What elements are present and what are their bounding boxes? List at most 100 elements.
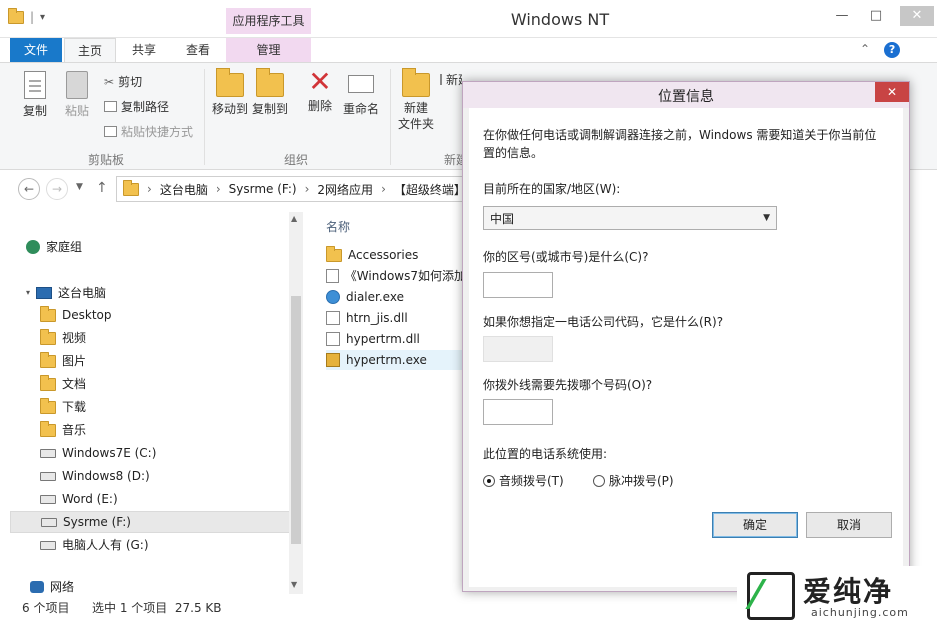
file-name: hypertrm.dll: [346, 332, 420, 346]
close-button[interactable]: ✕: [900, 6, 934, 26]
folder-icon: [8, 7, 24, 24]
delete-button[interactable]: ✕ 删除: [303, 67, 337, 114]
help-icon[interactable]: ?: [884, 42, 901, 58]
dialog-close-button[interactable]: ✕: [875, 82, 909, 102]
tree-item-network[interactable]: 网络: [10, 579, 292, 595]
copy-icon: [24, 71, 46, 99]
new-folder-button[interactable]: 新建 文件夹: [396, 67, 436, 132]
up-button[interactable]: ↑: [96, 180, 108, 196]
tree-item-drive-c[interactable]: Windows7E (C:): [10, 442, 292, 464]
tree-item-drive-d[interactable]: Windows8 (D:): [10, 465, 292, 487]
chevron-right-icon: ›: [147, 182, 152, 196]
watermark: 爱纯净 aichunjing.com: [737, 566, 937, 625]
rename-button[interactable]: 重命名: [340, 67, 382, 117]
radio-unselected-icon: [593, 475, 605, 487]
scissors-icon: ✂: [104, 74, 115, 89]
exe-icon: [326, 290, 340, 304]
tree-item-drive-g[interactable]: 电脑人人有 (G:): [10, 534, 292, 556]
tab-file[interactable]: 文件: [10, 38, 62, 62]
up-arrow-icon: ↑: [96, 180, 108, 196]
tree-item-homegroup[interactable]: 家庭组: [10, 236, 292, 258]
breadcrumb-segment[interactable]: 2网络应用: [317, 181, 373, 198]
list-item[interactable]: htrn_jis.dll: [326, 308, 466, 328]
tree-item-pictures[interactable]: 图片: [10, 350, 292, 372]
navigation-pane-scrollbar[interactable]: ▲ ▼: [289, 212, 303, 594]
list-item[interactable]: hypertrm.exe: [326, 350, 466, 370]
tree-item-videos[interactable]: 视频: [10, 327, 292, 349]
copy-path-button[interactable]: 复制路径: [104, 98, 169, 115]
tone-dialing-radio[interactable]: 音频拨号(T): [483, 472, 564, 490]
tree-item-label: 图片: [62, 354, 87, 368]
watermark-logo-icon: [747, 572, 795, 620]
tab-manage[interactable]: 管理: [226, 38, 311, 62]
scroll-down-icon[interactable]: ▼: [291, 580, 297, 589]
folder-icon: [123, 179, 139, 196]
forward-button[interactable]: →: [46, 178, 68, 200]
breadcrumb-segment[interactable]: 这台电脑: [160, 181, 208, 198]
scrollbar-thumb[interactable]: [291, 296, 301, 544]
tree-item-label: 家庭组: [46, 240, 83, 254]
folder-icon: [40, 305, 56, 322]
tab-share[interactable]: 共享: [118, 38, 170, 62]
tree-item-music[interactable]: 音乐: [10, 419, 292, 441]
file-name: htrn_jis.dll: [346, 311, 408, 325]
move-to-button[interactable]: 移动到: [210, 67, 250, 117]
network-icon: [30, 581, 44, 593]
paste-shortcut-button[interactable]: 粘贴快捷方式: [104, 123, 193, 140]
paste-button[interactable]: 粘贴: [62, 71, 92, 119]
tree-item-drive-f[interactable]: Sysrme (F:): [10, 511, 292, 533]
back-button[interactable]: ←: [18, 178, 40, 200]
breadcrumb-segment[interactable]: Sysrme (F:): [229, 182, 297, 196]
pulse-dialing-radio[interactable]: 脉冲拨号(P): [593, 472, 674, 490]
breadcrumb-segment[interactable]: 【超级终端】: [394, 181, 466, 198]
dialog-title-bar: 位置信息 ✕: [463, 82, 909, 108]
tab-view[interactable]: 查看: [172, 38, 224, 62]
tab-home[interactable]: 主页: [64, 38, 116, 62]
location-info-dialog: 位置信息 ✕ 在你做任何电话或调制解调器连接之前，Windows 需要知道关于你…: [462, 81, 910, 592]
new-item-button[interactable]: 新建项目: [440, 71, 462, 88]
address-bar[interactable]: › 这台电脑 › Sysrme (F:) › 2网络应用 › 【超级终端】: [116, 176, 471, 202]
tree-item-this-pc[interactable]: ▾ 这台电脑: [10, 282, 292, 304]
area-code-label: 你的区号(或城市号)是什么(C)?: [483, 250, 649, 264]
collapse-ribbon-icon[interactable]: ⌃: [860, 42, 870, 58]
list-item[interactable]: hypertrm.dll: [326, 329, 466, 349]
list-item[interactable]: 《Windows7如何添加: [326, 266, 466, 286]
copy-to-label: 复制到: [251, 102, 288, 116]
paste-shortcut-label: 粘贴快捷方式: [121, 125, 194, 139]
ribbon-tabs: 文件 主页 共享 查看 管理: [0, 38, 937, 62]
cut-button[interactable]: ✂ 剪切: [104, 73, 142, 90]
column-header-name[interactable]: 名称: [326, 218, 350, 235]
country-select[interactable]: 中国 ▼: [483, 206, 777, 230]
outside-line-input[interactable]: [483, 399, 553, 425]
area-code-input[interactable]: [483, 272, 553, 298]
scroll-up-icon[interactable]: ▲: [291, 214, 297, 223]
copy-button[interactable]: 复制: [20, 71, 50, 119]
ribbon-controls: ⌃ ?: [860, 42, 901, 58]
item-count: 6 个项目: [22, 601, 70, 615]
exe-icon: [326, 353, 340, 367]
copy-to-button[interactable]: 复制到: [250, 67, 290, 117]
pulse-label: 脉冲拨号(P): [609, 474, 674, 488]
country-label: 目前所在的国家/地区(W):: [483, 182, 621, 196]
ok-button[interactable]: 确定: [712, 512, 798, 538]
radio-selected-icon: [483, 475, 495, 487]
rename-icon: [348, 75, 374, 93]
tree-item-drive-e[interactable]: Word (E:): [10, 488, 292, 510]
list-item[interactable]: dialer.exe: [326, 287, 466, 307]
minimize-button[interactable]: —: [828, 6, 856, 26]
expand-arrow-icon[interactable]: ▾: [26, 282, 30, 304]
context-tab-app-tools[interactable]: 应用程序工具: [226, 8, 311, 34]
chevron-right-icon: ›: [304, 182, 310, 196]
watermark-url: aichunjing.com: [811, 606, 909, 619]
folder-icon: [40, 374, 56, 391]
cancel-button[interactable]: 取消: [806, 512, 892, 538]
customize-dropdown-icon[interactable]: ▾: [40, 12, 45, 23]
document-icon: [326, 269, 339, 283]
recent-locations-dropdown[interactable]: ▼: [76, 182, 83, 192]
list-item[interactable]: Accessories: [326, 245, 466, 265]
maximize-button[interactable]: □: [862, 6, 890, 26]
tree-item-downloads[interactable]: 下载: [10, 396, 292, 418]
shortcut-icon: [104, 126, 117, 137]
tree-item-documents[interactable]: 文档: [10, 373, 292, 395]
tree-item-desktop[interactable]: Desktop: [10, 304, 292, 326]
